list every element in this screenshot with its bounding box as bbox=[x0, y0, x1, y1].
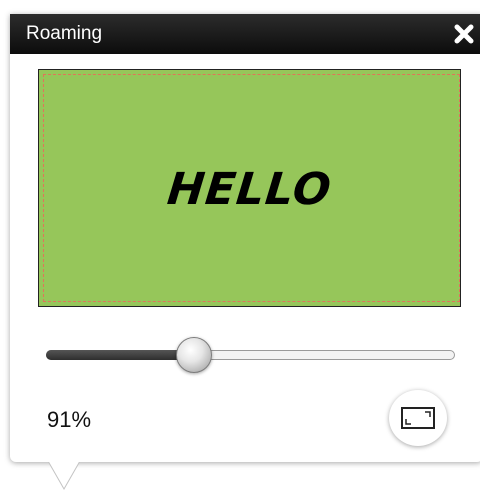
zoom-slider-thumb[interactable] bbox=[176, 337, 213, 373]
close-icon bbox=[454, 24, 474, 44]
close-button[interactable] bbox=[451, 21, 477, 47]
panel-title: Roaming bbox=[26, 23, 103, 44]
fit-screen-button[interactable] bbox=[389, 390, 447, 446]
preview-text: HELLO bbox=[164, 164, 335, 215]
design-preview[interactable]: HELLO bbox=[38, 69, 461, 307]
fit-screen-icon bbox=[401, 407, 435, 429]
title-bar: Roaming bbox=[10, 14, 480, 54]
popover-pointer bbox=[47, 461, 81, 491]
roaming-panel: Roaming HELLO 91% bbox=[10, 14, 480, 462]
zoom-percentage: 91% bbox=[47, 407, 92, 432]
zoom-slider-fill bbox=[46, 350, 194, 360]
